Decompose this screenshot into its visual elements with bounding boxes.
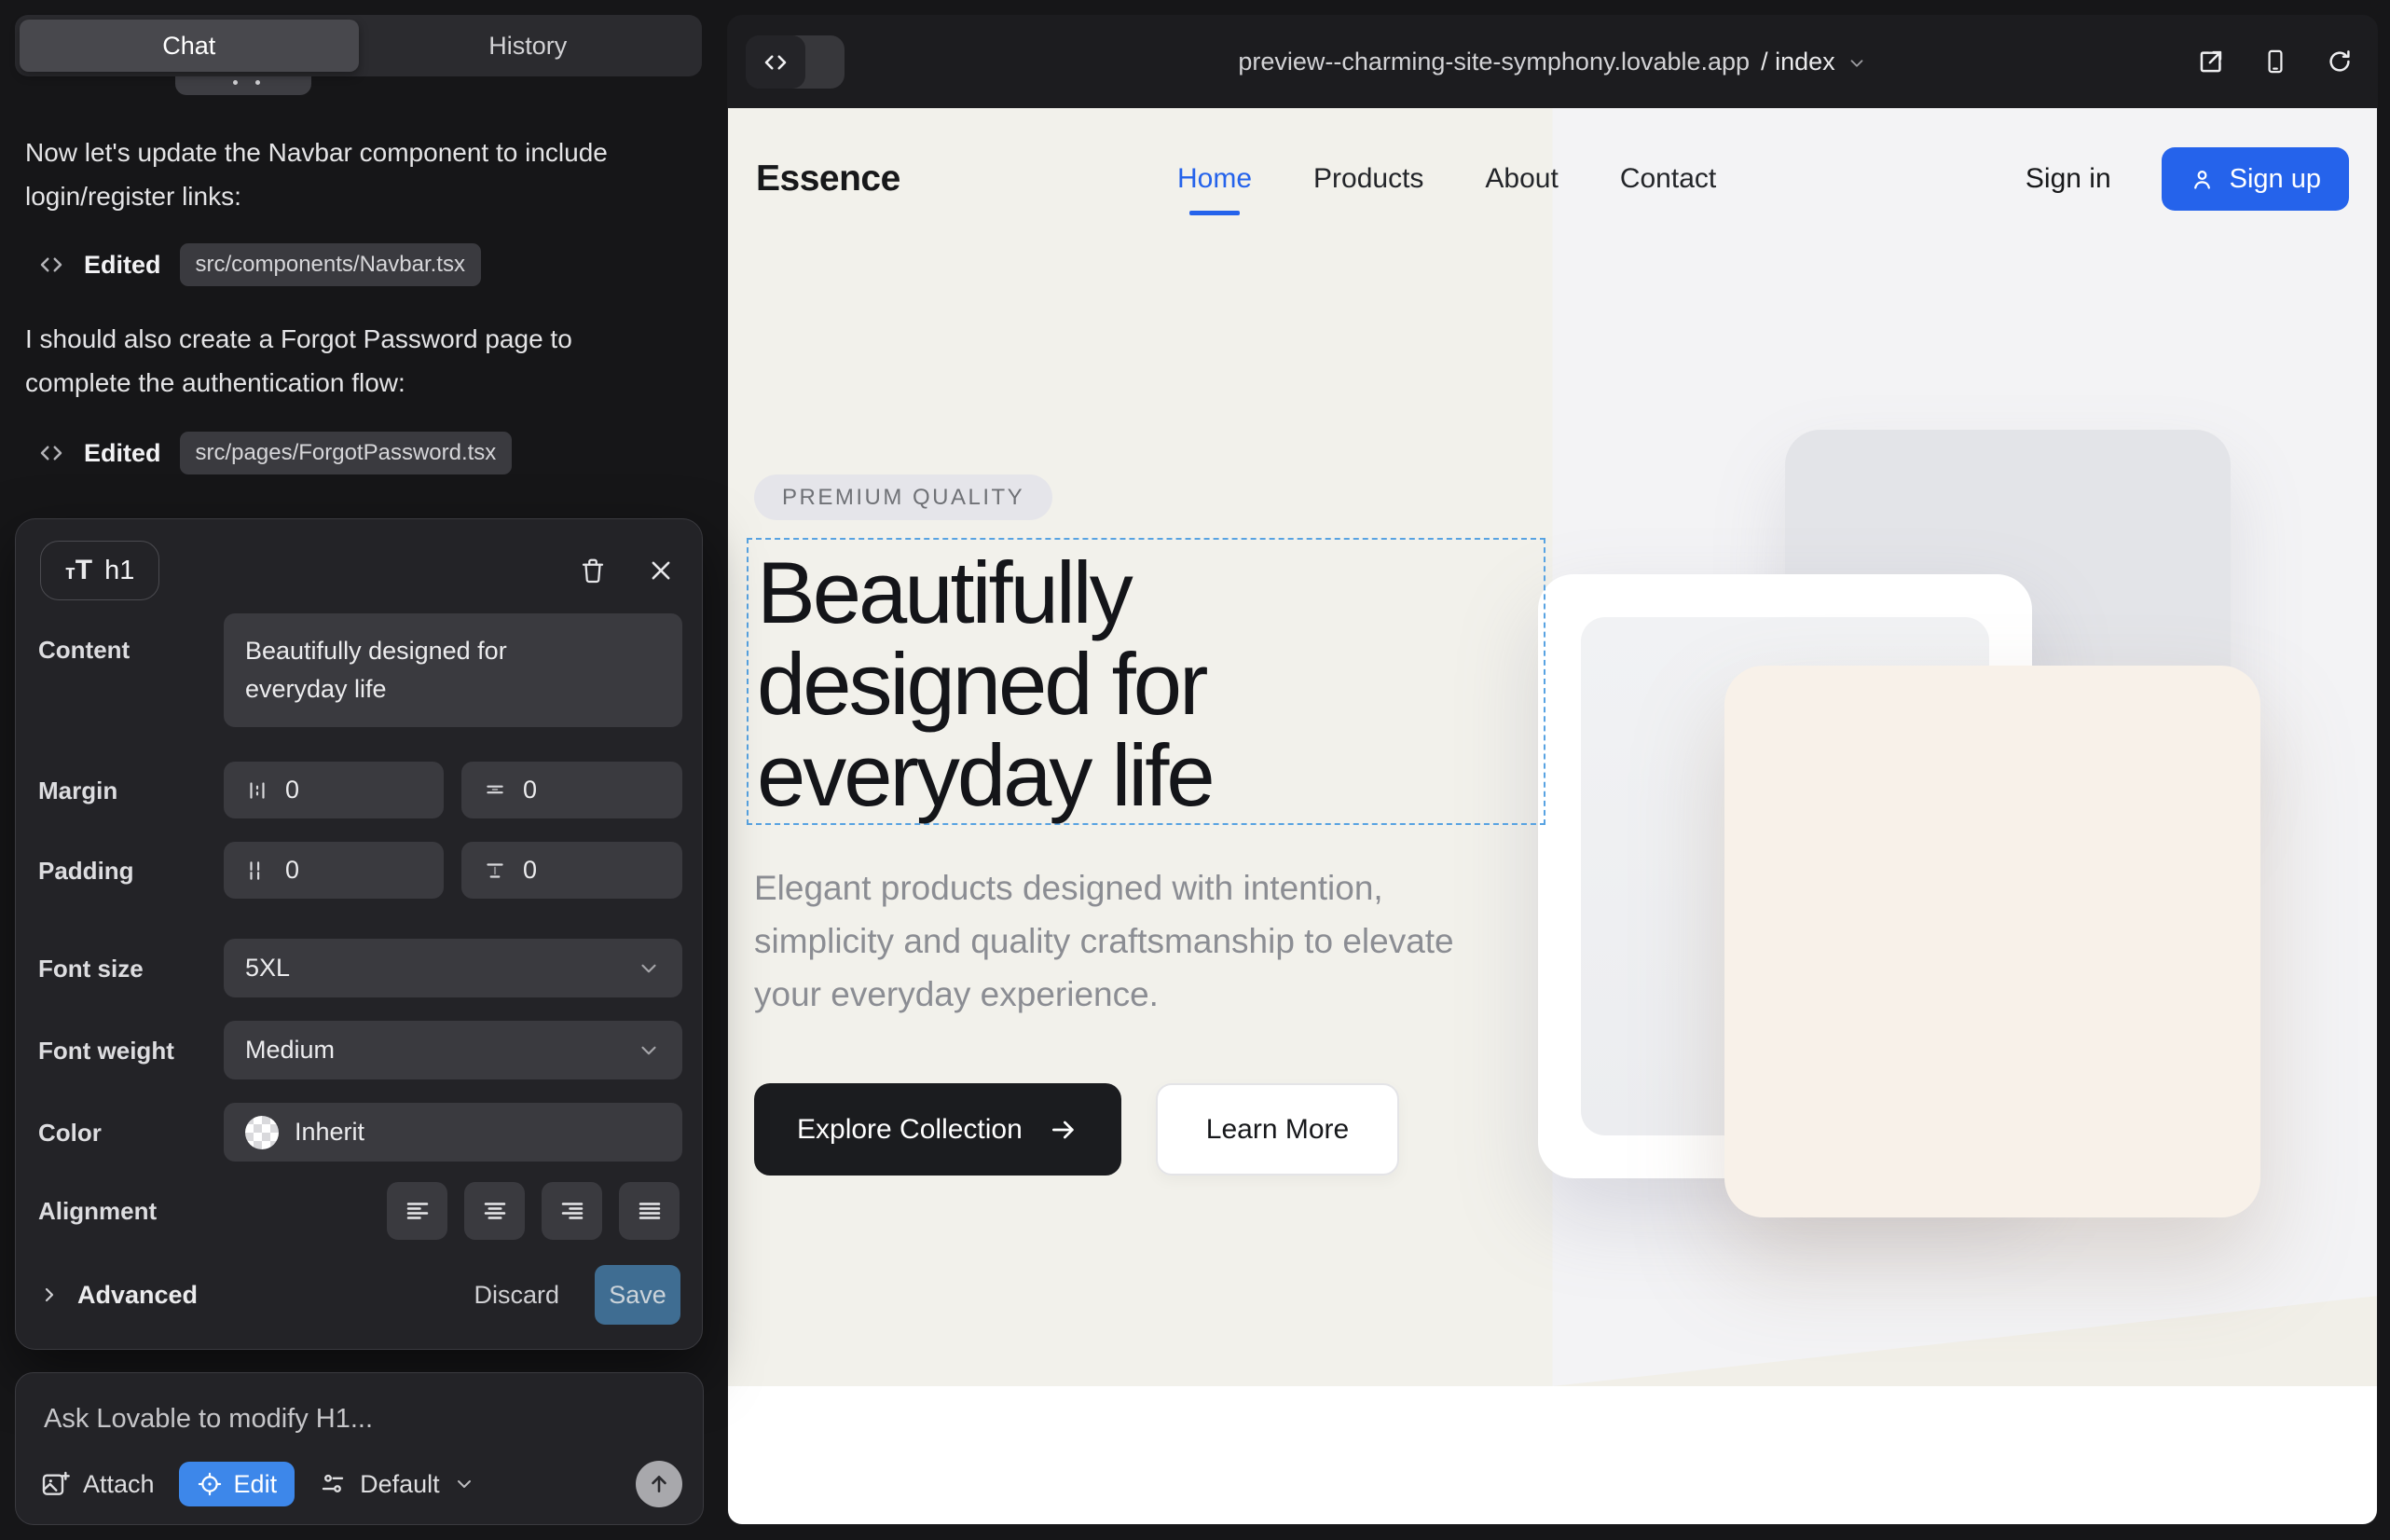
refresh-button[interactable] (2326, 48, 2354, 76)
edited-label: Edited (84, 439, 161, 468)
chevron-down-icon (637, 956, 661, 981)
chevron-right-icon (38, 1284, 61, 1306)
hero-section: Essence Home Products About Contact Sign… (728, 108, 2377, 1386)
tab-history[interactable]: History (359, 20, 698, 72)
file-path-badge[interactable]: src/pages/ForgotPassword.tsx (180, 432, 513, 474)
mobile-view-button[interactable] (2262, 47, 2288, 76)
font-weight-label: Font weight (38, 1037, 174, 1066)
nav-link-products[interactable]: Products (1313, 163, 1423, 195)
chevron-down-icon (1847, 53, 1867, 74)
edited-label: Edited (84, 251, 161, 280)
url-bar[interactable]: preview--charming-site-symphony.lovable.… (1035, 15, 2070, 108)
padding-horizontal-input[interactable]: 0 (224, 842, 444, 899)
discard-button[interactable]: Discard (474, 1281, 559, 1310)
decorative-wedge (1553, 1284, 2378, 1386)
content-input[interactable]: Beautifully designed for everyday life (224, 613, 682, 727)
sign-in-link[interactable]: Sign in (2026, 163, 2111, 195)
code-icon (746, 35, 805, 89)
code-icon (37, 251, 65, 279)
browser-topbar: preview--charming-site-symphony.lovable.… (727, 15, 2378, 108)
margin-horizontal-icon (245, 778, 269, 803)
font-weight-select[interactable]: Medium (224, 1021, 682, 1079)
typography-icon: тT (65, 555, 92, 586)
sliders-icon (319, 1470, 347, 1498)
font-size-select[interactable]: 5XL (224, 939, 682, 997)
code-icon (37, 439, 65, 467)
align-right-button[interactable] (542, 1182, 602, 1240)
learn-more-button[interactable]: Learn More (1156, 1083, 1399, 1176)
sign-up-button[interactable]: Sign up (2162, 147, 2349, 211)
padding-label: Padding (38, 857, 134, 886)
selected-element-pill[interactable]: тT h1 (40, 541, 159, 600)
margin-label: Margin (38, 777, 117, 805)
nav-link-contact[interactable]: Contact (1620, 163, 1716, 195)
url-domain: preview--charming-site-symphony.lovable.… (1238, 48, 1750, 76)
tab-chat[interactable]: Chat (20, 20, 359, 72)
chat-composer: Attach Edit Default (15, 1372, 704, 1525)
explore-collection-button[interactable]: Explore Collection (754, 1083, 1121, 1176)
code-preview-toggle[interactable] (746, 35, 845, 89)
color-swatch (245, 1116, 279, 1149)
align-center-button[interactable] (464, 1182, 525, 1240)
margin-horizontal-input[interactable]: 0 (224, 762, 444, 818)
padding-horizontal-icon (245, 859, 269, 883)
close-icon[interactable] (648, 557, 674, 584)
padding-vertical-input[interactable]: 0 (461, 842, 682, 899)
hero-heading: Beautifully designed for everyday life (757, 547, 1544, 821)
user-icon (2190, 167, 2215, 192)
selected-h1-outline[interactable]: Beautifully designed for everyday life (747, 538, 1545, 825)
save-button[interactable]: Save (595, 1265, 680, 1325)
decorative-card-peach (1724, 666, 2260, 1217)
content-label: Content (38, 636, 130, 665)
color-select[interactable]: Inherit (224, 1103, 682, 1162)
file-path-badge[interactable]: src/components/Navbar.tsx (180, 243, 481, 286)
element-tag: h1 (104, 556, 134, 586)
inspector-footer: Advanced Discard Save (38, 1265, 680, 1325)
edited-file-row: Edited src/pages/ForgotPassword.tsx (37, 431, 512, 475)
mode-select[interactable]: Default (319, 1470, 475, 1499)
element-inspector-panel: тT h1 Content Beautifully designed for e… (15, 518, 703, 1350)
inspector-header: тT h1 (40, 540, 674, 601)
chevron-down-icon (453, 1473, 475, 1495)
delete-element-button[interactable] (579, 556, 607, 585)
send-button[interactable] (636, 1461, 682, 1507)
open-external-button[interactable] (2197, 48, 2225, 76)
preview-browser-window: preview--charming-site-symphony.lovable.… (727, 15, 2378, 1525)
edit-mode-button[interactable]: Edit (179, 1462, 295, 1506)
chevron-down-icon (637, 1038, 661, 1063)
attach-button[interactable]: Attach (40, 1469, 155, 1499)
chat-message: Now let's update the Navbar component to… (25, 131, 659, 218)
url-path: / index (1761, 48, 1835, 76)
font-size-label: Font size (38, 955, 144, 983)
alignment-group (387, 1182, 680, 1240)
site-logo[interactable]: Essence (756, 158, 900, 199)
page-viewport: Essence Home Products About Contact Sign… (728, 108, 2377, 1524)
margin-vertical-input[interactable]: 0 (461, 762, 682, 818)
chat-message: I should also create a Forgot Password p… (25, 317, 659, 405)
hero-badge: PREMIUM QUALITY (754, 474, 1052, 520)
crosshair-icon (197, 1471, 223, 1497)
sidebar-tabs: Chat History (15, 15, 702, 76)
alignment-label: Alignment (38, 1197, 157, 1226)
advanced-toggle[interactable]: Advanced (38, 1281, 198, 1310)
site-navbar: Essence Home Products About Contact Sign… (728, 108, 2377, 250)
align-justify-button[interactable] (619, 1182, 680, 1240)
color-label: Color (38, 1119, 102, 1148)
edited-file-row: Edited src/components/Navbar.tsx (37, 242, 481, 287)
align-left-button[interactable] (387, 1182, 447, 1240)
margin-vertical-icon (483, 778, 507, 803)
nav-link-about[interactable]: About (1485, 163, 1558, 195)
composer-input[interactable] (44, 1396, 659, 1442)
padding-vertical-icon (483, 859, 507, 883)
chat-sidebar: Chat History Now let's update the Navbar… (0, 0, 727, 1540)
arrow-right-icon (1049, 1115, 1078, 1145)
attach-image-icon (40, 1469, 70, 1499)
nav-link-home[interactable]: Home (1177, 163, 1252, 195)
scrolled-badge-remnant (175, 76, 311, 95)
hero-description: Elegant products designed with intention… (754, 861, 1500, 1021)
